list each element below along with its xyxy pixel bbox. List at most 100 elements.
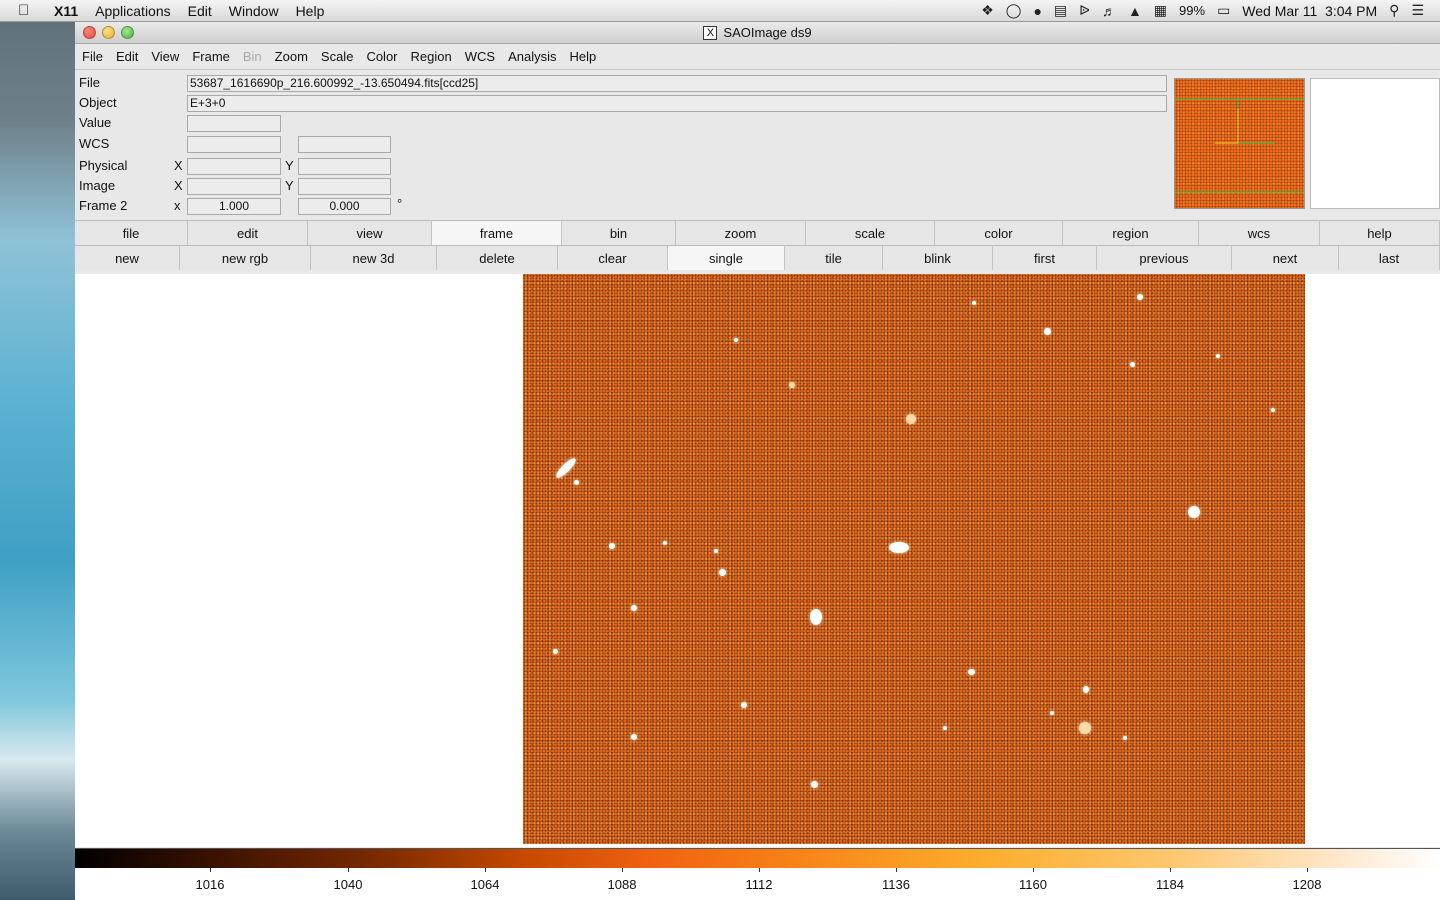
point-source [1271,408,1275,412]
panner-thumbnail[interactable] [1174,78,1305,209]
btn-new-rgb[interactable]: new rgb [180,246,311,270]
frame-label: Frame 2 [79,198,128,213]
physical-label: Physical [79,158,128,173]
galaxy-source [553,455,579,481]
point-source [943,726,947,730]
btn-first[interactable]: first [993,246,1097,270]
dropbox-icon[interactable]: ❖ [981,2,994,19]
btn-previous[interactable]: previous [1097,246,1232,270]
colorbar-tick-label: 1160 [1019,877,1047,892]
menu-edit[interactable]: Edit [116,49,138,64]
ds9-window: X SAOImage ds9 File Edit View Frame Bin … [75,22,1440,900]
btn-wcs[interactable]: wcs [1199,221,1320,245]
menu-frame[interactable]: Frame [192,49,230,64]
window-titlebar[interactable]: X SAOImage ds9 [75,22,1440,44]
point-source [1123,736,1127,740]
minimize-button[interactable] [102,26,115,39]
btn-region[interactable]: region [1063,221,1199,245]
diffuse-source [789,382,795,388]
colorbar-tick [896,868,897,872]
diffuse-source [906,414,916,424]
menubar-item-window[interactable]: Window [229,3,279,19]
zoom-button[interactable] [121,26,134,39]
system-menubar:  X11 Applications Edit Window Help ❖ ◯ … [0,0,1440,22]
btn-scale[interactable]: scale [806,221,935,245]
point-source [714,549,718,553]
btn-single[interactable]: single [668,246,785,270]
main-buttonbar: file edit view frame bin zoom scale colo… [75,220,1440,245]
btn-new-3d[interactable]: new 3d [311,246,437,270]
menubar-app-name[interactable]: X11 [54,3,78,19]
menu-view[interactable]: View [151,49,179,64]
colorbar-tick-label: 1112 [745,877,773,892]
menu-region[interactable]: Region [411,49,452,64]
menu-bin: Bin [242,49,262,64]
btn-frame[interactable]: frame [432,221,562,245]
btn-next[interactable]: next [1232,246,1339,270]
point-source [1083,686,1089,693]
point-source [631,605,637,611]
image-canvas[interactable] [75,274,1440,847]
point-source [968,669,975,675]
point-source [1130,362,1135,367]
btn-bin[interactable]: bin [562,221,676,245]
calendar-icon[interactable]: ▦ [1154,2,1167,19]
x11-icon: X [703,25,718,40]
diffuse-source [1079,722,1091,734]
btn-blink[interactable]: blink [883,246,993,270]
point-source [741,702,747,708]
btn-help[interactable]: help [1320,221,1440,245]
colorbar-tick-label: 1040 [333,877,363,892]
btn-last[interactable]: last [1339,246,1440,270]
wifi-icon[interactable]: ▲ [1128,3,1142,19]
panner-overlay [1175,98,1304,193]
battery-percent[interactable]: 99% [1179,3,1205,18]
colorbar-tick-label: 1208 [1292,877,1322,892]
spotlight-search-icon[interactable]: ⚲ [1389,2,1399,19]
colorbar-tick-label: 1136 [882,877,910,892]
physical-y-label: Y [285,158,294,173]
point-source [1050,711,1054,715]
btn-zoom[interactable]: zoom [676,221,806,245]
point-source [972,301,976,305]
menu-wcs[interactable]: WCS [465,49,495,64]
notes-icon[interactable]: ▤ [1054,2,1067,19]
btn-tile[interactable]: tile [785,246,883,270]
menubar-clock[interactable]: Wed Mar 11 3:04 PM [1242,3,1377,19]
frame-zoom-field: 1.000 [187,198,281,215]
menubar-item-help[interactable]: Help [296,3,325,19]
btn-color[interactable]: color [935,221,1063,245]
colorbar-tick [759,868,760,872]
close-button[interactable] [83,26,96,39]
notification-list-icon[interactable]: ☰ [1411,2,1424,19]
btn-clear[interactable]: clear [558,246,668,270]
menu-help[interactable]: Help [569,49,596,64]
bluetooth-icon[interactable]: ᐉ [1079,2,1090,19]
colorbar[interactable] [75,848,1440,868]
btn-file[interactable]: file [75,221,188,245]
btn-view[interactable]: view [308,221,432,245]
wcs-label: WCS [79,136,110,151]
menu-zoom[interactable]: Zoom [275,49,308,64]
apple-icon[interactable]:  [18,2,38,19]
drive-icon[interactable]: ● [1033,3,1041,19]
physical-x-label: X [174,158,183,173]
btn-delete[interactable]: delete [437,246,558,270]
battery-icon[interactable]: ▭ [1217,2,1230,19]
point-source [553,649,558,654]
volume-icon[interactable]: ♬ [1102,3,1116,19]
fits-image[interactable] [523,274,1305,844]
menu-file[interactable]: File [82,49,103,64]
menu-color[interactable]: Color [366,49,397,64]
info-panel: File 53687_1616690p_216.600992_-13.65049… [75,70,1440,218]
menu-scale[interactable]: Scale [321,49,354,64]
menubar-item-applications[interactable]: Applications [95,3,171,19]
sync-icon[interactable]: ◯ [1006,2,1022,19]
menu-analysis[interactable]: Analysis [508,49,556,64]
frame-buttonbar: new new rgb new 3d delete clear single t… [75,245,1440,270]
magnifier-panel [1310,78,1440,209]
btn-new[interactable]: new [75,246,180,270]
colorbar-tick [622,868,623,872]
btn-edit[interactable]: edit [188,221,308,245]
menubar-item-edit[interactable]: Edit [188,3,212,19]
